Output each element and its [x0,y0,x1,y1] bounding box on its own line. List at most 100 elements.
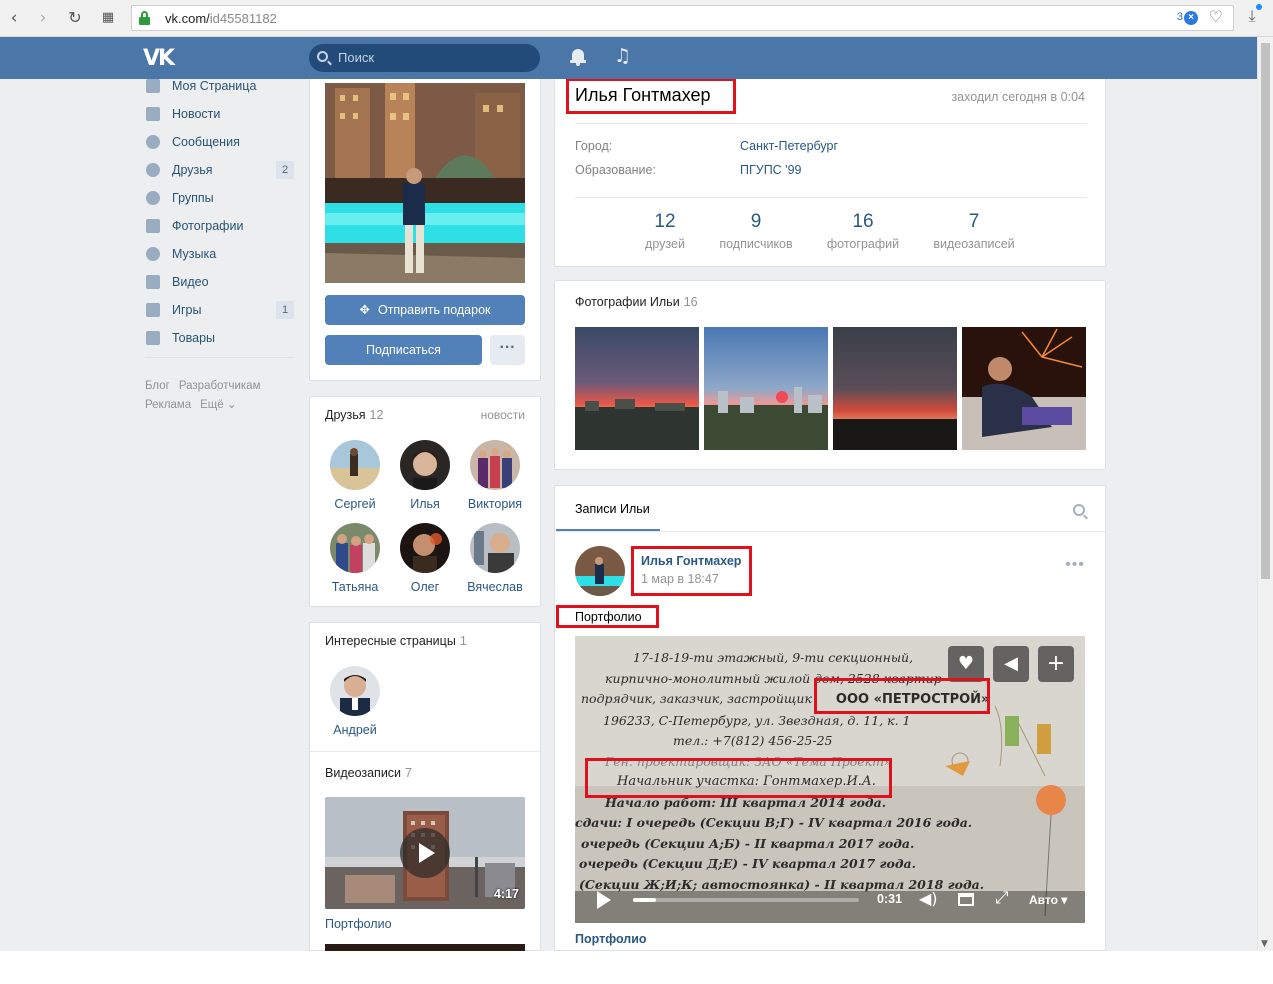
interesting-page-item[interactable]: Андрей [320,666,390,737]
menu-footer: Блог Разработчикам Реклама Ещё ⌄ [145,377,295,415]
browser-toolbar: ‹ › ↻ ▦ vk.com/id45581182 3 × ♡ ⤓ [0,0,1273,37]
info-row-city: Город: Санкт-Петербург [575,139,839,153]
play-icon[interactable] [400,828,450,878]
more-actions-button[interactable]: ··· [490,335,525,365]
menu-item-goods[interactable]: Товары [144,324,296,352]
video-caption-link[interactable]: Портфолио [575,932,647,946]
city-link[interactable]: Санкт-Петербург [740,139,838,153]
video-progress-bar[interactable] [633,898,859,902]
menu-item-label: Фотографии [172,219,244,233]
like-video-icon[interactable]: ♥ [948,646,984,682]
friend-name: Татьяна [331,580,379,594]
download-indicator-dot [1256,4,1262,10]
window-bottom [0,951,1273,984]
menu-item-video[interactable]: Видео [144,268,296,296]
post-author-avatar[interactable] [575,546,625,596]
volume-icon[interactable]: ◀) [919,889,938,908]
menu-item-label: Игры [172,303,202,317]
site-header: VK Поиск ♫ [0,37,1257,79]
footer-link-more[interactable]: Ещё ⌄ [200,399,236,411]
friend-item[interactable]: Илья [390,440,460,511]
music-player-icon[interactable]: ♫ [614,45,631,67]
video-title-link[interactable]: Портфолио [325,917,392,931]
footer-link-blog[interactable]: Блог [145,380,170,392]
stat-followers[interactable]: 9 подписчиков [710,211,802,251]
wall-search-icon[interactable] [1073,504,1085,516]
apps-grid-icon[interactable]: ▦ [97,7,119,29]
friend-name: Сергей [334,497,376,511]
vk-logo[interactable]: VK [143,46,175,71]
photos-block-title[interactable]: Фотографии Ильи 16 [575,295,698,309]
friend-item[interactable]: Олег [390,523,460,594]
menu-item-groups[interactable]: Группы [144,184,296,212]
page-name: Андрей [333,723,377,737]
search-placeholder: Поиск [338,50,375,65]
scroll-down-icon[interactable]: ▼ [1261,939,1268,949]
menu-item-music[interactable]: Музыка [144,240,296,268]
info-divider [575,197,1087,198]
photo-thumbnail[interactable] [833,327,957,450]
education-link[interactable]: ПГУПС '99 [740,163,801,177]
friends-block: Друзья 12 новости Сергей Илья Виктория Та… [309,396,541,607]
photo-thumbnail[interactable] [575,327,699,450]
page-avatar [330,666,380,716]
interesting-pages-count: 1 [459,634,467,648]
photo-thumbnail[interactable] [962,327,1086,450]
menu-item-games[interactable]: Игры 1 [144,296,296,324]
send-gift-label: Отправить подарок [377,303,491,317]
camera-icon [146,219,160,233]
post-menu-icon[interactable]: ••• [1065,556,1085,574]
menu-divider [145,357,294,358]
url-text[interactable]: vk.com/id45581182 [165,11,277,26]
menu-item-messages[interactable]: Сообщения [144,128,296,156]
friends-news-link[interactable]: новости [481,408,525,422]
videos-block-title[interactable]: Видеозаписи 7 [325,766,412,780]
extension-icon[interactable]: × [1184,11,1198,25]
menu-item-news[interactable]: Новости [144,100,296,128]
bookmark-heart-icon[interactable]: ♡ [1209,7,1223,26]
friends-block-title[interactable]: Друзья 12 [325,408,383,422]
friend-avatar [400,523,450,573]
menu-item-label: Моя Страница [172,79,257,93]
message-icon [146,135,160,149]
annotation-box-company [814,678,990,714]
sign-line: сдачи: I очередь (Секции В;Г) - IV кварт… [575,815,973,830]
profile-avatar-card: ✥ Отправить подарок Подписаться ··· [309,72,541,381]
video-thumbnail[interactable]: 4:17 [325,797,525,909]
search-input[interactable]: Поиск [309,44,540,72]
friend-name: Илья [410,497,440,511]
friend-name: Вячеслав [467,580,523,594]
footer-link-developers[interactable]: Разработчикам [179,380,261,392]
back-icon[interactable]: ‹ [3,7,25,29]
tab-wall-posts[interactable]: Записи Ильи [575,502,650,516]
scrollbar-thumb[interactable] [1261,43,1270,579]
friend-item[interactable]: Татьяна [320,523,390,594]
miniplayer-icon[interactable] [958,893,974,906]
friend-item[interactable]: Виктория [460,440,530,511]
menu-item-photos[interactable]: Фотографии [144,212,296,240]
footer-link-ads[interactable]: Реклама [145,399,191,411]
video-play-icon[interactable] [597,891,611,909]
friend-item[interactable]: Сергей [320,440,390,511]
interesting-pages-title[interactable]: Интересные страницы 1 [325,634,467,648]
reload-icon[interactable]: ↻ [64,7,86,29]
address-bar[interactable]: vk.com/id45581182 3 × ♡ [131,5,1234,31]
bell-icon[interactable] [570,48,586,66]
subscribe-button[interactable]: Подписаться [325,335,482,365]
send-gift-button[interactable]: ✥ Отправить подарок [325,295,525,325]
photo-thumbnail[interactable] [704,327,828,450]
forward-icon[interactable]: › [32,7,54,29]
stat-photos[interactable]: 16 фотографий [821,211,905,251]
share-video-icon[interactable]: ◀ [993,646,1029,682]
fullscreen-icon[interactable]: ⤢ [995,888,1009,908]
profile-photo[interactable] [325,83,525,283]
extension-badge-count: 3 [1176,11,1183,23]
friend-item[interactable]: Вячеслав [460,523,530,594]
video-quality-select[interactable]: Авто ▾ [1029,893,1067,907]
scrollbar[interactable]: ▼ [1257,37,1273,951]
stat-videos[interactable]: 7 видеозаписей [925,211,1023,251]
menu-item-friends[interactable]: Друзья 2 [144,156,296,184]
menu-item-label: Сообщения [172,135,240,149]
add-video-icon[interactable]: + [1038,646,1074,682]
stat-friends[interactable]: 12 друзей [635,211,695,251]
